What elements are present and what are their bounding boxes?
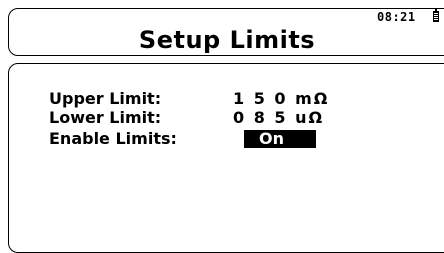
clock: 08:21	[377, 10, 416, 24]
lower-limit-value[interactable]: 0 8 5 uΩ	[233, 109, 324, 127]
enable-limits-toggle[interactable]: On	[244, 130, 316, 148]
page-title: Setup Limits	[138, 26, 316, 54]
upper-limit-label: Upper Limit:	[49, 89, 162, 108]
upper-limit-value[interactable]: 1 5 0 mΩ	[233, 90, 329, 108]
enable-limits-label: Enable Limits:	[49, 129, 177, 148]
battery-icon	[433, 9, 439, 22]
lower-limit-label: Lower Limit:	[49, 108, 162, 127]
